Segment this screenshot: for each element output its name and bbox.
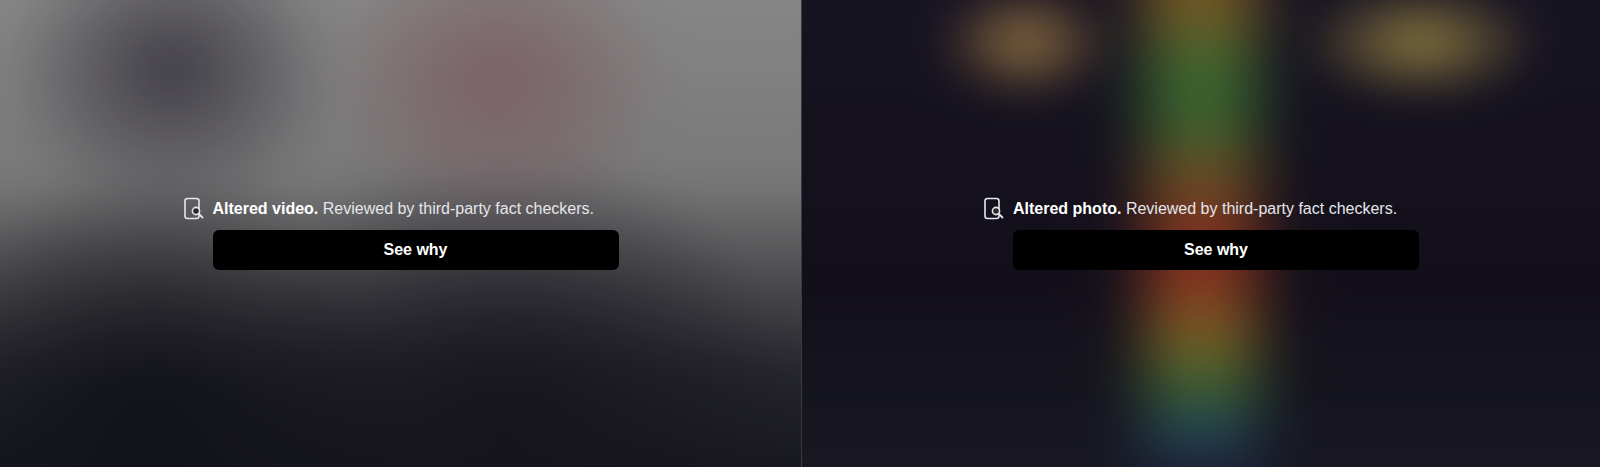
altered-media-icon (983, 197, 1005, 221)
warning-overlay: Altered video. Reviewed by third-party f… (0, 0, 801, 467)
notice-label: Altered photo. (1013, 200, 1121, 217)
notice-content: Altered video. Reviewed by third-party f… (213, 198, 619, 270)
warning-overlay: Altered photo. Reviewed by third-party f… (802, 0, 1600, 467)
notice-label: Altered video. (213, 200, 319, 217)
fact-check-notice: Altered video. Reviewed by third-party f… (183, 198, 619, 270)
notice-note: Reviewed by third-party fact checkers. (323, 200, 594, 217)
see-why-button[interactable]: See why (213, 230, 619, 270)
altered-media-icon (183, 197, 205, 221)
notice-note: Reviewed by third-party fact checkers. (1126, 200, 1397, 217)
media-panel: Altered photo. Reviewed by third-party f… (801, 0, 1600, 467)
notice-message: Altered video. Reviewed by third-party f… (213, 198, 619, 220)
media-panel: Altered video. Reviewed by third-party f… (0, 0, 801, 467)
see-why-button[interactable]: See why (1013, 230, 1419, 270)
fact-check-notice: Altered photo. Reviewed by third-party f… (983, 198, 1419, 270)
media-grid: Altered video. Reviewed by third-party f… (0, 0, 1600, 467)
notice-message: Altered photo. Reviewed by third-party f… (1013, 198, 1419, 220)
notice-content: Altered photo. Reviewed by third-party f… (1013, 198, 1419, 270)
